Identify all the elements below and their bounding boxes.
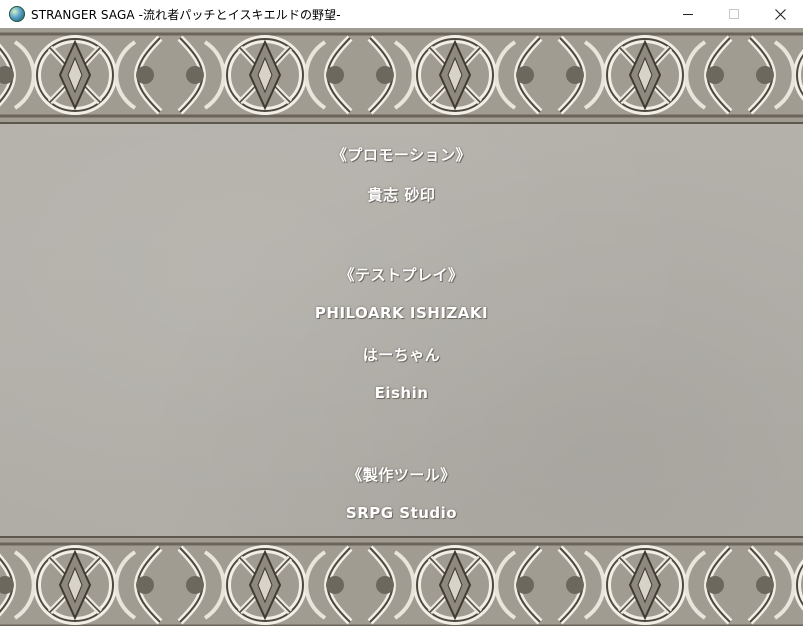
- credit-heading-promotion: 《プロモーション》: [331, 146, 472, 164]
- credit-name: PHILOARK ISHIZAKI: [314, 304, 489, 322]
- window-title: STRANGER SAGA -流れ者パッチとイスキエルドの野望-: [31, 7, 341, 22]
- globe-icon: [9, 6, 25, 22]
- credit-name: 貴志 砂印: [367, 186, 436, 204]
- credit-name: SRPG Studio: [345, 504, 458, 522]
- close-button[interactable]: [757, 0, 803, 28]
- game-screen[interactable]: 《プロモーション》 貴志 砂印 《テストプレイ》 PHILOARK ISHIZA…: [0, 28, 803, 626]
- ornamental-border-top: [0, 28, 803, 124]
- minimize-icon: [683, 14, 693, 15]
- credit-heading-testplay: 《テストプレイ》: [339, 266, 464, 284]
- credit-heading-tools: 《製作ツール》: [347, 466, 456, 484]
- window-controls: [665, 0, 803, 28]
- minimize-button[interactable]: [665, 0, 711, 28]
- maximize-icon: [729, 9, 739, 19]
- ornamental-border-bottom: [0, 536, 803, 626]
- credit-name: Eishin: [374, 384, 429, 402]
- credit-name: はーちゃん: [362, 346, 441, 364]
- credits-list: 《プロモーション》 貴志 砂印 《テストプレイ》 PHILOARK ISHIZA…: [0, 122, 803, 538]
- game-window: STRANGER SAGA -流れ者パッチとイスキエルドの野望- 《プロモーショ…: [0, 0, 803, 626]
- maximize-button[interactable]: [711, 0, 757, 28]
- close-icon: [774, 8, 786, 20]
- title-bar[interactable]: STRANGER SAGA -流れ者パッチとイスキエルドの野望-: [0, 0, 803, 28]
